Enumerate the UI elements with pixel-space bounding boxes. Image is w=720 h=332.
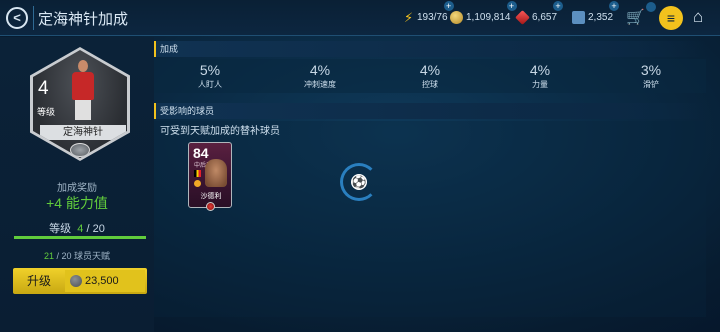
bonus-item: 5% 人盯人 <box>165 61 255 90</box>
energy-value: 193/76 <box>417 11 448 23</box>
upgrade-label: 升级 <box>26 274 51 288</box>
skill-points-text: / 20 球员天赋 <box>56 251 111 261</box>
bonus-item: 4% 力量 <box>495 61 585 90</box>
player-name: 沙德利 <box>200 193 222 200</box>
skill-hex-badge: 4 等级 定海神针 <box>30 47 130 161</box>
soccer-ball-icon: ⚽ <box>351 174 367 190</box>
back-button[interactable]: < <box>6 7 28 29</box>
points-counter[interactable]: 2,352 + <box>572 1 620 25</box>
flag-icon <box>194 170 201 177</box>
bonus-section-header: 加成 <box>154 41 706 57</box>
coins-counter[interactable]: 1,109,814 + <box>450 1 517 25</box>
energy-counter[interactable]: ⚡ 193/76 + <box>404 1 454 25</box>
skill-points-current: 21 <box>43 251 54 261</box>
skill-panel: 4 等级 定海神针 加成奖励 +4 能力值 等级 4 / 20 21 / 20 … <box>0 37 154 332</box>
home-icon[interactable]: ⌂ <box>693 7 703 27</box>
menu-icon[interactable]: ≡ <box>659 6 683 30</box>
points-icon <box>572 10 585 24</box>
add-gems-button[interactable]: + <box>553 1 564 11</box>
coin-icon <box>450 10 463 24</box>
points-value: 2,352 <box>588 11 614 23</box>
bonus-pct: 4% <box>419 62 441 78</box>
bonus-pct: 3% <box>640 62 662 78</box>
bonus-pct: 4% <box>529 62 551 78</box>
bonus-item: 3% 滑铲 <box>606 61 696 90</box>
current-level: 4 <box>77 223 84 235</box>
player-portrait <box>205 159 227 187</box>
gems-value: 6,657 <box>532 11 558 23</box>
coins-value: 1,109,814 <box>466 11 511 23</box>
gems-counter[interactable]: 6,657 + <box>515 1 564 25</box>
page-title: 定海神针加成 <box>38 11 129 28</box>
bonus-item: 4% 冲刺速度 <box>275 61 365 90</box>
bonus-label: 人盯人 <box>198 80 222 89</box>
bonus-row: 5% 人盯人 4% 冲刺速度 4% 控球 4% 力量 3% 滑铲 <box>154 59 706 93</box>
affected-players-area <box>154 121 706 317</box>
bonus-pct: 4% <box>309 62 331 78</box>
bonus-label: 冲刺速度 <box>304 80 336 89</box>
coin-icon <box>70 275 82 287</box>
level-progress-fill <box>14 236 146 239</box>
card-type-icon <box>206 202 215 211</box>
top-bar: < 定海神针加成 ⚡ 193/76 + 1,109,814 + 6,657 + … <box>0 0 720 36</box>
upgrade-button[interactable]: 升级 23,500 <box>13 268 147 294</box>
player-card[interactable]: 84 中后卫 沙德利 <box>188 142 232 211</box>
upgrade-cost: 23,500 <box>65 270 145 292</box>
level-text: 等级 <box>49 223 72 235</box>
max-level: / 20 <box>86 223 105 235</box>
lightning-icon: ⚡ <box>404 9 414 25</box>
add-coins-button[interactable]: + <box>506 1 517 11</box>
player-icon <box>70 60 96 120</box>
gem-icon <box>515 9 530 25</box>
title-divider <box>33 6 34 30</box>
bonus-label: 控球 <box>422 80 438 89</box>
skill-points-row: 21 / 20 球员天赋 <box>0 249 154 262</box>
skill-name: 定海神针 <box>40 125 126 140</box>
loading-spinner: ⚽ <box>340 163 378 201</box>
level-progress-bar <box>14 236 146 239</box>
cart-badge <box>646 2 656 12</box>
club-icon <box>194 180 201 187</box>
skill-level-number: 4 <box>38 78 49 99</box>
reward-label: 加成奖励 <box>57 183 97 194</box>
skill-tier-badge <box>70 143 90 157</box>
skill-level-label: 等级 <box>37 107 56 117</box>
affected-section-header: 受影响的球员 <box>154 103 706 119</box>
main-panel: 加成 5% 人盯人 4% 冲刺速度 4% 控球 4% 力量 3% 滑铲 受影响的… <box>154 37 720 317</box>
cart-icon[interactable]: 🛒 <box>626 8 645 26</box>
level-row: 等级 4 / 20 <box>0 220 154 236</box>
add-points-button[interactable]: + <box>609 1 620 11</box>
affected-description: 可受到天赋加成的替补球员 <box>160 126 280 137</box>
bonus-label: 滑铲 <box>643 80 659 89</box>
bonus-pct: 5% <box>199 62 221 78</box>
skill-hex-inner: 4 等级 定海神针 <box>33 50 127 158</box>
upgrade-cost-value: 23,500 <box>85 275 119 287</box>
bonus-item: 4% 控球 <box>385 61 475 90</box>
player-rating: 84 <box>193 145 209 161</box>
reward-value: +4 能力值 <box>46 195 108 211</box>
bonus-label: 力量 <box>532 80 548 89</box>
